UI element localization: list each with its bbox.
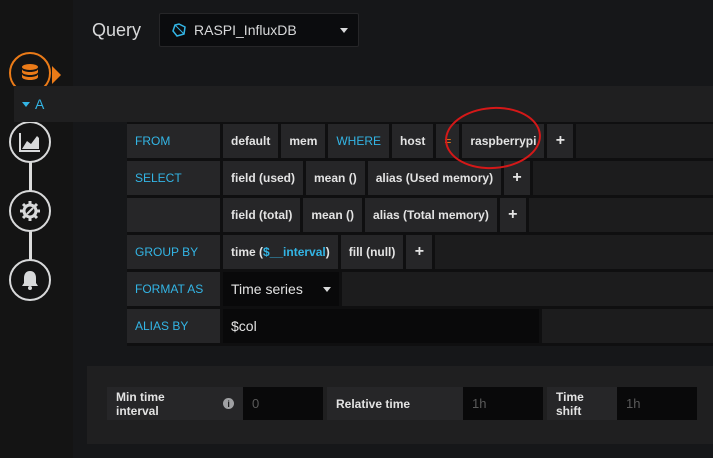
format-row-filler xyxy=(342,272,713,306)
query-row-header[interactable]: A xyxy=(14,86,713,122)
interval-variable: $__interval xyxy=(263,245,326,259)
alias-by-label: ALIAS BY xyxy=(127,309,220,343)
rail-alert-button[interactable] xyxy=(9,259,51,301)
time-shift-input[interactable]: 1h xyxy=(617,387,697,420)
tag-operator-segment[interactable]: = xyxy=(436,124,460,158)
relative-time-input[interactable]: 1h xyxy=(463,387,543,420)
group-by-time-suffix: ) xyxy=(325,245,330,259)
alias-row-filler xyxy=(542,309,713,343)
active-tab-arrow xyxy=(52,66,61,84)
alias-segment[interactable]: alias (Used memory) xyxy=(367,161,502,195)
add-select-part-button[interactable]: + xyxy=(504,161,531,195)
select-row-2: field (total) mean () alias (Total memor… xyxy=(127,198,713,232)
format-as-label: FORMAT AS xyxy=(127,272,220,306)
function-segment[interactable]: mean () xyxy=(306,161,365,195)
select-row-filler xyxy=(528,198,713,232)
tag-value-segment[interactable]: raspberrypi xyxy=(462,124,545,158)
chevron-down-icon xyxy=(340,28,348,33)
where-keyword: WHERE xyxy=(328,124,390,158)
select-row-1: SELECT field (used) mean () alias (Used … xyxy=(127,161,713,195)
add-where-button[interactable]: + xyxy=(547,124,574,158)
group-by-label: GROUP BY xyxy=(127,235,220,269)
time-shift-group: Time shift 1h xyxy=(547,387,697,420)
time-shift-label: Time shift xyxy=(547,387,617,420)
alias-by-input[interactable]: $col xyxy=(223,309,539,343)
min-time-interval-label: Min time interval i xyxy=(107,387,243,420)
function-segment[interactable]: mean () xyxy=(303,198,363,232)
min-time-interval-input[interactable]: 0 xyxy=(243,387,323,420)
select-row-filler xyxy=(533,161,713,195)
retention-policy-segment[interactable]: default xyxy=(223,124,279,158)
datasource-name: RASPI_InfluxDB xyxy=(194,22,297,38)
group-by-row: GROUP BY time ($__interval) fill (null) … xyxy=(127,235,713,269)
page-title: Query xyxy=(92,20,142,40)
query-ref-id: A xyxy=(35,96,45,112)
add-select-part-button[interactable]: + xyxy=(499,198,526,232)
relative-time-group: Relative time 1h xyxy=(327,387,543,420)
info-icon[interactable]: i xyxy=(223,398,234,409)
relative-time-label: Relative time xyxy=(327,387,463,420)
measurement-segment[interactable]: mem xyxy=(281,124,326,158)
from-row-filler xyxy=(576,124,713,158)
group-by-row-filler xyxy=(435,235,713,269)
format-as-value: Time series xyxy=(231,281,303,297)
query-tab-rail xyxy=(0,0,73,458)
bell-icon xyxy=(22,271,38,290)
field-segment[interactable]: field (total) xyxy=(223,198,301,232)
from-label: FROM xyxy=(127,124,220,158)
from-row: FROM default mem WHERE host = raspberryp… xyxy=(127,124,713,158)
group-by-time-segment[interactable]: time ($__interval) xyxy=(223,235,338,269)
min-time-interval-group: Min time interval i 0 xyxy=(107,387,323,420)
chevron-down-icon xyxy=(323,286,331,292)
group-by-time-prefix: time ( xyxy=(231,245,264,259)
add-group-by-button[interactable]: + xyxy=(406,235,433,269)
datasource-picker[interactable]: RASPI_InfluxDB xyxy=(159,13,359,47)
tag-key-segment[interactable]: host xyxy=(392,124,434,158)
format-as-row: FORMAT AS Time series xyxy=(127,272,713,306)
rail-visualization-button[interactable] xyxy=(9,121,51,163)
influxdb-icon xyxy=(172,23,186,37)
select-label-empty xyxy=(127,198,220,232)
database-icon xyxy=(22,64,38,80)
alias-segment[interactable]: alias (Total memory) xyxy=(365,198,497,232)
format-as-select[interactable]: Time series xyxy=(223,272,339,306)
alias-by-row: ALIAS BY $col xyxy=(127,309,713,343)
rail-general-button[interactable] xyxy=(9,190,51,232)
chart-area-icon xyxy=(19,133,40,152)
field-segment[interactable]: field (used) xyxy=(223,161,304,195)
min-time-interval-text: Min time interval xyxy=(116,389,165,418)
collapse-triangle-icon[interactable] xyxy=(22,101,30,107)
gear-icon xyxy=(20,201,40,221)
select-label: SELECT xyxy=(127,161,220,195)
fill-segment[interactable]: fill (null) xyxy=(340,235,404,269)
